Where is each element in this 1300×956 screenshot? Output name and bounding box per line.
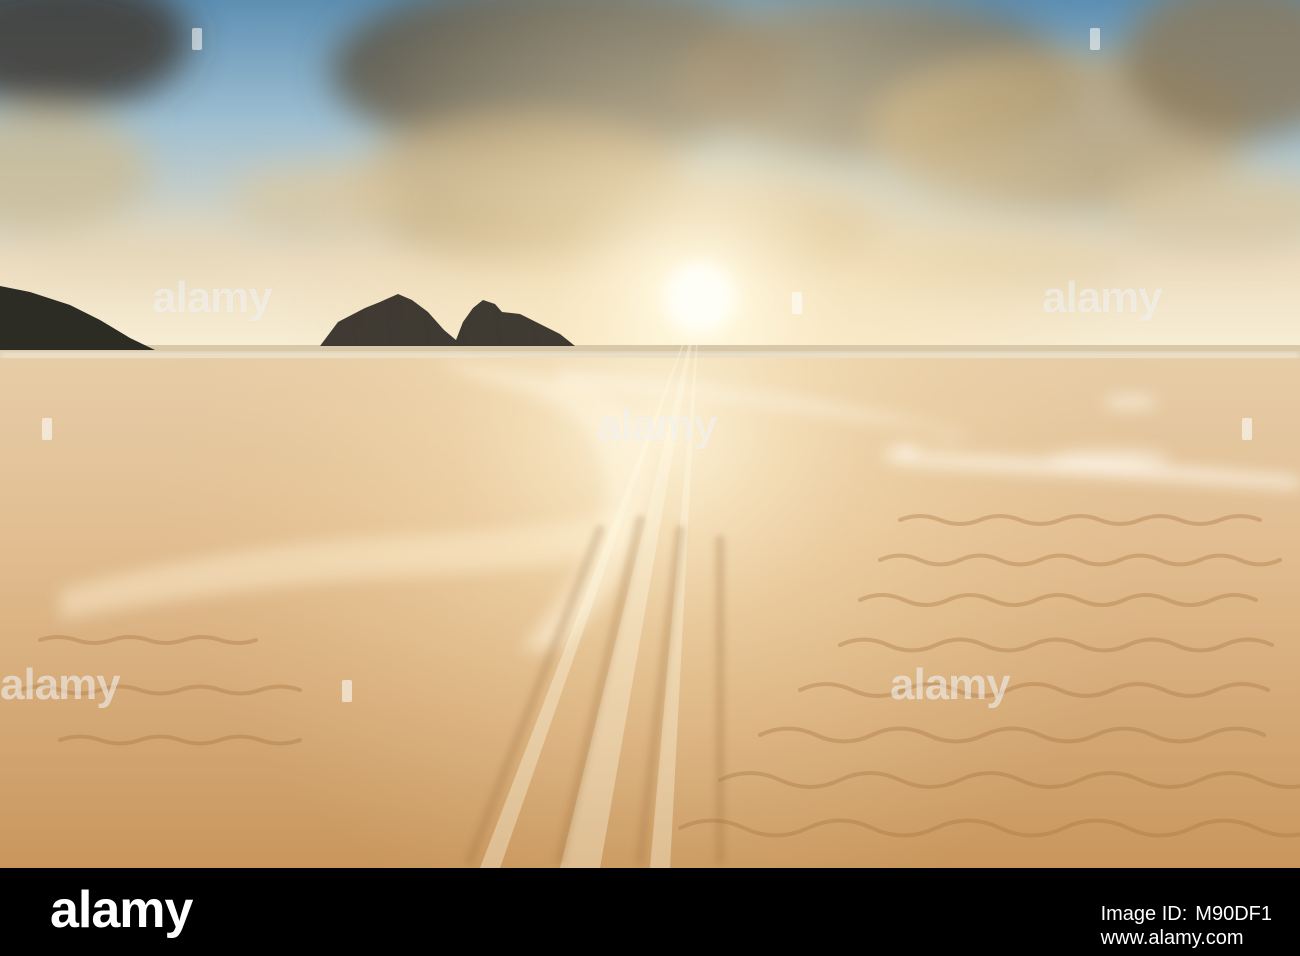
watermark-mark [192,28,202,50]
watermark-mark [1090,28,1100,50]
beach-sunset-photo: alamy alamy alamy alamy alamy [0,0,1300,868]
stock-footer-bar: alamy Image ID: M90DF1 www.alamy.com [0,868,1300,956]
watermark-mark [1242,418,1252,440]
watermark-mark [42,418,52,440]
watermark-mark [792,292,802,314]
brand-logo: alamy [50,881,193,939]
watermark-mark [342,680,352,702]
image-id-value: M90DF1 [1195,903,1272,925]
site-url: www.alamy.com [1100,927,1244,949]
image-info: Image ID: M90DF1 www.alamy.com [1101,902,1272,950]
image-id-label: Image ID: [1100,903,1188,925]
beach-scene [0,0,1300,868]
